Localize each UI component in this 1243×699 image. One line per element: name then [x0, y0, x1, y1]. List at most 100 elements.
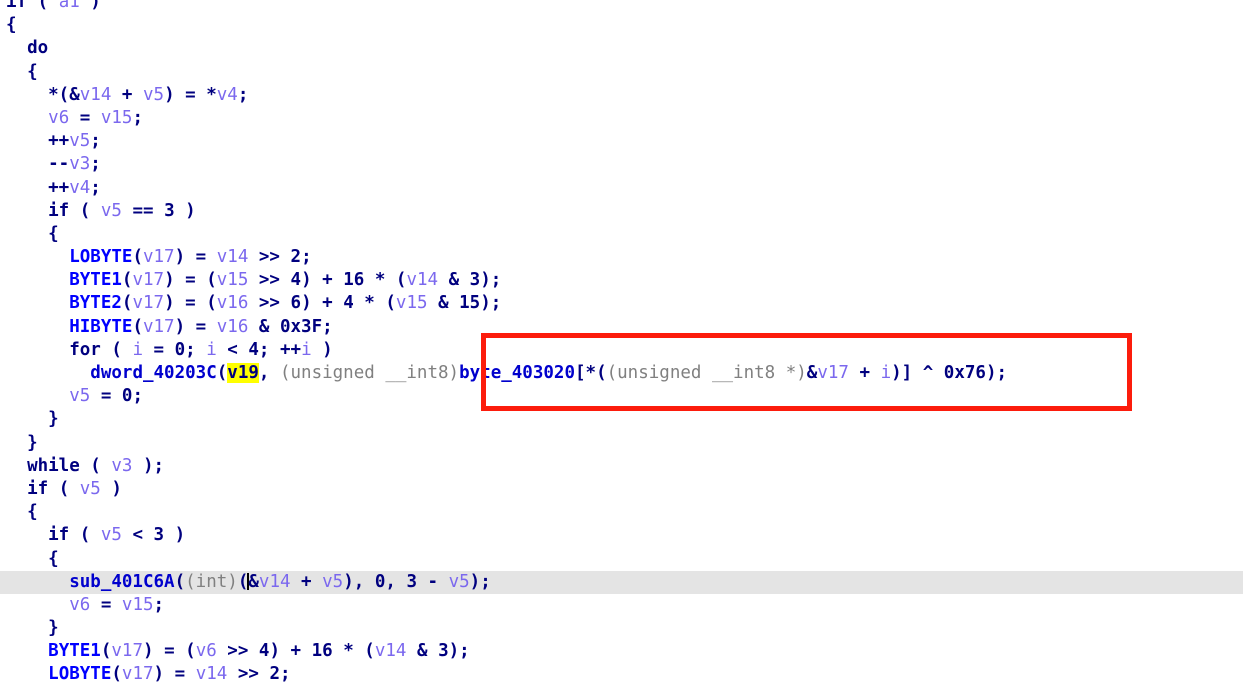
- token-number: 4: [290, 270, 302, 291]
- token-keyword: if: [6, 200, 70, 221]
- code-line[interactable]: --v3;: [0, 153, 1243, 176]
- token-macro[interactable]: BYTE1: [48, 641, 101, 661]
- token-function-sub-401c6a[interactable]: sub_401C6A: [69, 572, 174, 592]
- token-variable[interactable]: v14: [259, 572, 291, 592]
- token-number: 3: [469, 270, 481, 291]
- token-function-byte-403020[interactable]: byte_403020: [459, 363, 575, 383]
- token-variable[interactable]: i: [881, 363, 892, 383]
- token-variable[interactable]: v16: [217, 293, 249, 313]
- code-line[interactable]: v5 = 0;: [0, 385, 1243, 408]
- token-variable[interactable]: v14: [375, 641, 407, 661]
- decompiler-pseudocode-view[interactable]: if ( a1 ) { do { *(&v14 + v5) = *v4; v6 …: [0, 0, 1243, 690]
- token-punct: );: [132, 455, 165, 476]
- token-variable[interactable]: v5: [322, 572, 343, 592]
- token-variable[interactable]: v5: [449, 572, 470, 592]
- code-line[interactable]: dword_40203C(v19, (unsigned __int8)byte_…: [0, 362, 1243, 385]
- token-punct: [6, 386, 69, 406]
- token-punct: &: [406, 641, 439, 662]
- token-function-dword-40203c[interactable]: dword_40203C: [90, 363, 216, 383]
- token-variable[interactable]: v6: [69, 595, 90, 615]
- token-variable[interactable]: v5: [80, 479, 101, 499]
- token-punct: {: [6, 548, 59, 569]
- code-line[interactable]: do: [0, 37, 1243, 60]
- token-variable[interactable]: v15: [396, 293, 428, 313]
- code-line[interactable]: while ( v3 );: [0, 455, 1243, 478]
- token-punct: ): [100, 478, 122, 499]
- code-line[interactable]: {: [0, 548, 1243, 571]
- token-variable[interactable]: v15: [122, 595, 154, 615]
- code-line[interactable]: v6 = v15;: [0, 594, 1243, 617]
- token-variable[interactable]: v5: [69, 386, 90, 406]
- token-variable[interactable]: v14: [196, 664, 228, 684]
- token-punct: ==: [121, 200, 165, 221]
- code-line[interactable]: ++v5;: [0, 130, 1243, 153]
- code-line[interactable]: for ( i = 0; i < 4; ++i ): [0, 339, 1243, 362]
- token-variable[interactable]: v17: [132, 270, 164, 290]
- token-variable[interactable]: v17: [817, 363, 849, 383]
- token-keyword: if: [6, 525, 70, 546]
- token-macro[interactable]: BYTE1: [69, 270, 122, 290]
- token-variable[interactable]: v17: [143, 317, 175, 337]
- code-line[interactable]: if ( v5 ): [0, 478, 1243, 501]
- code-line[interactable]: if ( v5 == 3 ): [0, 200, 1243, 223]
- token-variable[interactable]: v6: [48, 108, 69, 128]
- code-line[interactable]: LOBYTE(v17) = v14 >> 2;: [0, 246, 1243, 269]
- code-line[interactable]: BYTE1(v17) = (v6 >> 4) + 16 * (v14 & 3);: [0, 640, 1243, 663]
- token-variable[interactable]: v4: [69, 178, 90, 198]
- token-variable[interactable]: i: [132, 340, 143, 360]
- token-macro[interactable]: HIBYTE: [69, 317, 132, 337]
- token-variable[interactable]: v5: [143, 85, 164, 105]
- token-variable[interactable]: v3: [69, 154, 90, 174]
- token-punct: ): [174, 200, 196, 221]
- code-line[interactable]: v6 = v15;: [0, 107, 1243, 130]
- token-variable[interactable]: v17: [143, 247, 175, 267]
- token-macro[interactable]: BYTE2: [69, 293, 122, 313]
- token-variable[interactable]: v6: [196, 641, 217, 661]
- token-macro[interactable]: LOBYTE: [48, 664, 111, 684]
- token-variable[interactable]: v5: [101, 201, 122, 221]
- code-line[interactable]: {: [0, 501, 1243, 524]
- token-variable[interactable]: v15: [217, 270, 249, 290]
- code-line[interactable]: }: [0, 432, 1243, 455]
- token-variable[interactable]: v15: [101, 108, 133, 128]
- token-punct: }: [6, 432, 38, 453]
- code-line[interactable]: *(&v14 + v5) = *v4;: [0, 84, 1243, 107]
- token-variable[interactable]: v4: [217, 85, 238, 105]
- token-variable[interactable]: v3: [111, 456, 132, 476]
- token-variable[interactable]: v14: [406, 270, 438, 290]
- code-line[interactable]: }: [0, 617, 1243, 640]
- token-variable[interactable]: a1: [59, 0, 80, 12]
- token-macro[interactable]: LOBYTE: [69, 247, 132, 267]
- token-punct: &: [248, 316, 280, 337]
- token-variable[interactable]: v14: [217, 247, 249, 267]
- code-line[interactable]: LOBYTE(v17) = v14 >> 2;: [0, 663, 1243, 686]
- token-variable[interactable]: v17: [122, 664, 154, 684]
- current-code-line[interactable]: sub_401C6A((int)(&v14 + v5), 0, 3 - v5);: [0, 570, 1243, 594]
- code-line[interactable]: BYTE1(v17) = (v15 >> 4) + 16 * (v14 & 3)…: [0, 269, 1243, 292]
- token-variable[interactable]: v5: [101, 525, 122, 545]
- code-line[interactable]: }: [0, 408, 1243, 431]
- token-variable[interactable]: v14: [80, 85, 112, 105]
- code-line[interactable]: {: [0, 14, 1243, 37]
- token-punct: >>: [227, 664, 270, 685]
- token-variable[interactable]: v16: [217, 317, 249, 337]
- token-variable[interactable]: i: [206, 340, 217, 360]
- code-line[interactable]: BYTE2(v17) = (v16 >> 6) + 4 * (v15 & 15)…: [0, 292, 1243, 315]
- code-line[interactable]: ++v4;: [0, 177, 1243, 200]
- token-variable[interactable]: v5: [69, 131, 90, 151]
- code-line[interactable]: HIBYTE(v17) = v16 & 0x3F;: [0, 316, 1243, 339]
- search-highlight-v19[interactable]: v19: [227, 363, 259, 383]
- code-line[interactable]: if ( a1 ): [0, 0, 1243, 14]
- token-punct: (: [69, 200, 101, 221]
- token-punct: [6, 317, 69, 337]
- code-line[interactable]: if ( v5 < 3 ): [0, 524, 1243, 547]
- token-punct: ) =: [153, 664, 196, 685]
- token-variable[interactable]: v17: [132, 293, 164, 313]
- code-line[interactable]: {: [0, 61, 1243, 84]
- token-cast-type: (unsigned __int8 *): [606, 363, 807, 383]
- token-variable[interactable]: i: [301, 340, 312, 360]
- token-number: 16: [311, 641, 333, 662]
- token-number: 3: [153, 525, 165, 546]
- token-variable[interactable]: v17: [111, 641, 143, 661]
- code-line[interactable]: {: [0, 223, 1243, 246]
